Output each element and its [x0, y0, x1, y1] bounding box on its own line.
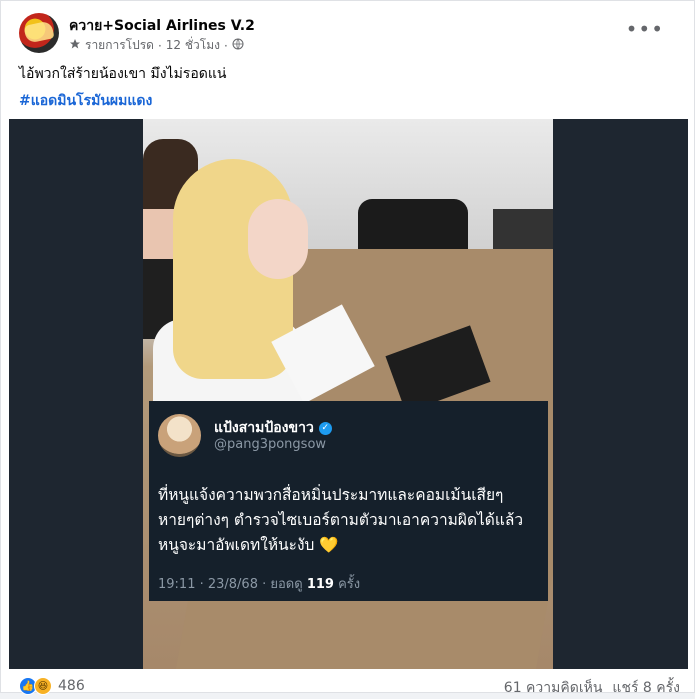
separator: · — [223, 38, 228, 53]
post-media[interactable]: แป้งสามป้องขาว ✓ @pang3pongsow ที่หนูแจ้… — [9, 119, 688, 669]
post-caption: ไอ้พวกใส่ร้ายน้องเขา มึงไม่รอดแน่ — [19, 66, 227, 82]
post-hashtag[interactable]: #แอดมินโรมันผมแดง — [19, 90, 152, 112]
comment-count[interactable]: 61 ความคิดเห็น — [504, 677, 603, 699]
tweet-date: 19:11 · 23/8/68 · ยอดดู — [158, 577, 303, 592]
post-time[interactable]: 12 ชั่วโมง — [166, 36, 220, 55]
tweet-avatar — [158, 414, 201, 457]
share-count[interactable]: แชร์ 8 ครั้ง — [612, 677, 680, 699]
star-icon — [69, 38, 81, 53]
tweet-line: หนูจะมาอัพเดทให้นะงับ 💛 — [158, 536, 339, 554]
embedded-tweet: แป้งสามป้องขาว ✓ @pang3pongsow ที่หนูแจ้… — [149, 401, 548, 601]
tweet-line: ที่หนูแจ้งความพวกสื่อหมิ่นประมาทและคอมเม… — [158, 486, 504, 504]
tweet-author: แป้งสามป้องขาว ✓ — [214, 417, 332, 439]
engagement-stats: 61 ความคิดเห็น แชร์ 8 ครั้ง — [504, 677, 680, 699]
reaction-count: 486 — [58, 678, 85, 694]
reaction-summary[interactable]: 👍 😆 486 — [19, 677, 85, 695]
globe-icon — [232, 38, 244, 53]
tweet-author-name: แป้งสามป้องขาว — [214, 420, 314, 436]
post-header: ควาย+Social Airlines V.2 รายการโปรด · 12… — [19, 13, 676, 57]
favorites-label[interactable]: รายการโปรด — [85, 36, 154, 55]
haha-reaction-icon: 😆 — [34, 677, 52, 695]
tweet-handle: @pang3pongsow — [214, 437, 327, 452]
facebook-post: ควาย+Social Airlines V.2 รายการโปรด · 12… — [0, 0, 695, 696]
tweet-stats: 19:11 · 23/8/68 · ยอดดู 119 ครั้ง — [158, 573, 360, 594]
tweet-views: 119 — [306, 577, 334, 592]
tweet-line: หายๆต่างๆ ตำรวจไซเบอร์ตามตัวมาเอาความผิด… — [158, 511, 524, 529]
post-meta: รายการโปรด · 12 ชั่วโมง · — [69, 36, 244, 55]
post-footer: 👍 😆 486 61 ความคิดเห็น แชร์ 8 ครั้ง — [19, 677, 680, 696]
page-avatar[interactable] — [19, 13, 59, 53]
separator: · — [157, 38, 162, 53]
verified-badge-icon: ✓ — [318, 421, 332, 435]
more-options-icon[interactable]: ••• — [626, 17, 664, 41]
tweet-views-unit: ครั้ง — [338, 577, 361, 592]
tweet-text: ที่หนูแจ้งความพวกสื่อหมิ่นประมาทและคอมเม… — [158, 483, 543, 558]
page-name[interactable]: ควาย+Social Airlines V.2 — [69, 15, 255, 37]
